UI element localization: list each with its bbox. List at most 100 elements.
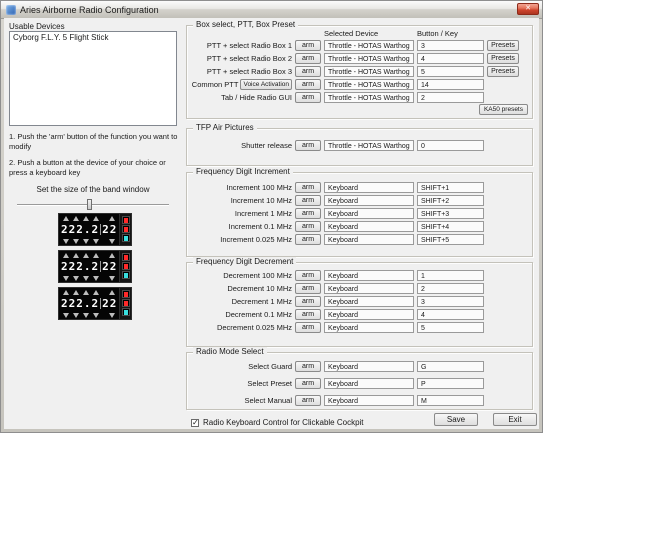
presets-button[interactable]: Presets: [487, 66, 519, 77]
device-field[interactable]: Keyboard: [324, 234, 414, 245]
ka50-presets-button[interactable]: KA50 presets: [479, 104, 528, 115]
device-field[interactable]: Keyboard: [324, 208, 414, 219]
key-field[interactable]: SHIFT+5: [417, 234, 484, 245]
device-field[interactable]: Keyboard: [324, 221, 414, 232]
arm-button[interactable]: arm: [295, 92, 321, 103]
key-field[interactable]: 4: [417, 53, 484, 64]
arm-button[interactable]: arm: [295, 53, 321, 64]
arm-button[interactable]: arm: [295, 361, 321, 372]
key-field[interactable]: 14: [417, 79, 484, 90]
arm-button[interactable]: arm: [295, 221, 321, 232]
arm-button[interactable]: arm: [295, 208, 321, 219]
key-field[interactable]: M: [417, 395, 484, 406]
key-field[interactable]: SHIFT+1: [417, 182, 484, 193]
mapping-row: Increment 0.1 MHzarmKeyboardSHIFT+4: [192, 220, 532, 232]
arm-button[interactable]: arm: [295, 182, 321, 193]
band-window-size-label: Set the size of the band window: [12, 185, 174, 194]
key-field[interactable]: 5: [417, 66, 484, 77]
device-field[interactable]: Throttle - HOTAS Warthog: [324, 40, 414, 51]
down-arrow-icon: [73, 276, 79, 281]
presets-button[interactable]: Presets: [487, 53, 519, 64]
arm-button[interactable]: arm: [295, 195, 321, 206]
device-list-item[interactable]: Cyborg F.L.Y. 5 Flight Stick: [10, 32, 176, 43]
up-arrow-icon: [93, 253, 99, 258]
frequency-digits: 222.222: [61, 223, 119, 236]
group-radio-mode-select: Radio Mode Select Select GuardarmKeyboar…: [186, 352, 533, 410]
window-title: Aries Airborne Radio Configuration: [20, 5, 159, 15]
arm-button[interactable]: arm: [295, 40, 321, 51]
titlebar[interactable]: Aries Airborne Radio Configuration ✕: [1, 1, 542, 19]
arm-button[interactable]: arm: [295, 322, 321, 333]
mapping-label-cell: PTT + select Radio Box 3: [192, 67, 292, 76]
close-button[interactable]: ✕: [517, 3, 539, 15]
arm-button[interactable]: arm: [295, 79, 321, 90]
group-title: Radio Mode Select: [193, 347, 267, 356]
group-title: Frequency Digit Decrement: [193, 257, 296, 266]
arm-button[interactable]: arm: [295, 309, 321, 320]
mapping-label-cell: Increment 0.1 MHz: [192, 222, 292, 231]
mapping-label: PTT + select Radio Box 3: [207, 67, 292, 76]
up-arrow-icon: [93, 216, 99, 221]
device-field[interactable]: Throttle - HOTAS Warthog: [324, 92, 414, 103]
arm-button[interactable]: arm: [295, 234, 321, 245]
arm-button[interactable]: arm: [295, 140, 321, 151]
key-field[interactable]: 0: [417, 140, 484, 151]
device-field[interactable]: Keyboard: [324, 296, 414, 307]
key-field[interactable]: 1: [417, 270, 484, 281]
close-icon: ✕: [525, 5, 531, 12]
frequency-digits: 222.222: [61, 260, 119, 273]
key-field[interactable]: 2: [417, 92, 484, 103]
arm-button[interactable]: arm: [295, 395, 321, 406]
key-field[interactable]: 3: [417, 296, 484, 307]
radio-config-window: Aries Airborne Radio Configuration ✕ Usa…: [0, 0, 543, 433]
key-field[interactable]: 2: [417, 283, 484, 294]
mapping-label: PTT + select Radio Box 1: [207, 41, 292, 50]
frequency-sub: 22: [102, 223, 117, 236]
mapping-label-cell: Decrement 0.025 MHz: [192, 323, 292, 332]
mapping-row: Select PresetarmKeyboardP: [192, 377, 532, 389]
device-listbox[interactable]: Cyborg F.L.Y. 5 Flight Stick: [9, 31, 177, 126]
mode-button: [122, 299, 130, 307]
key-field[interactable]: SHIFT+3: [417, 208, 484, 219]
arm-button[interactable]: arm: [295, 296, 321, 307]
device-field[interactable]: Keyboard: [324, 195, 414, 206]
band-window-preview: 222.222: [58, 213, 132, 246]
device-field[interactable]: Keyboard: [324, 378, 414, 389]
mapping-label: Decrement 0.1 MHz: [225, 310, 292, 319]
down-arrow-icon: [93, 313, 99, 318]
device-field[interactable]: Throttle - HOTAS Warthog: [324, 140, 414, 151]
device-field[interactable]: Throttle - HOTAS Warthog: [324, 79, 414, 90]
device-field[interactable]: Keyboard: [324, 270, 414, 281]
key-field[interactable]: 4: [417, 309, 484, 320]
key-field[interactable]: 5: [417, 322, 484, 333]
exit-button[interactable]: Exit: [493, 413, 537, 426]
frequency-main: 222.2: [61, 260, 99, 273]
key-field[interactable]: SHIFT+2: [417, 195, 484, 206]
band-size-slider-track[interactable]: [17, 204, 169, 205]
arm-button[interactable]: arm: [295, 283, 321, 294]
presets-button[interactable]: Presets: [487, 40, 519, 51]
device-field[interactable]: Keyboard: [324, 182, 414, 193]
group-box-select-ptt: Box select, PTT, Box Preset Selected Dev…: [186, 25, 533, 119]
keyboard-control-checkbox[interactable]: ✓: [191, 419, 199, 427]
save-button[interactable]: Save: [434, 413, 478, 426]
arm-button[interactable]: arm: [295, 378, 321, 389]
key-field[interactable]: G: [417, 361, 484, 372]
band-size-slider-thumb[interactable]: [87, 199, 92, 210]
arm-button[interactable]: arm: [295, 270, 321, 281]
device-field[interactable]: Keyboard: [324, 322, 414, 333]
up-arrow-icon: [93, 290, 99, 295]
device-field[interactable]: Keyboard: [324, 395, 414, 406]
mapping-label-cell: Decrement 0.1 MHz: [192, 310, 292, 319]
key-field[interactable]: SHIFT+4: [417, 221, 484, 232]
device-field[interactable]: Throttle - HOTAS Warthog: [324, 66, 414, 77]
key-field[interactable]: P: [417, 378, 484, 389]
key-field[interactable]: 3: [417, 40, 484, 51]
mapping-label-cell: Select Manual: [192, 396, 292, 405]
device-field[interactable]: Keyboard: [324, 283, 414, 294]
device-field[interactable]: Throttle - HOTAS Warthog: [324, 53, 414, 64]
voice-activation-button[interactable]: Voice Activation: [240, 79, 292, 90]
device-field[interactable]: Keyboard: [324, 309, 414, 320]
arm-button[interactable]: arm: [295, 66, 321, 77]
device-field[interactable]: Keyboard: [324, 361, 414, 372]
